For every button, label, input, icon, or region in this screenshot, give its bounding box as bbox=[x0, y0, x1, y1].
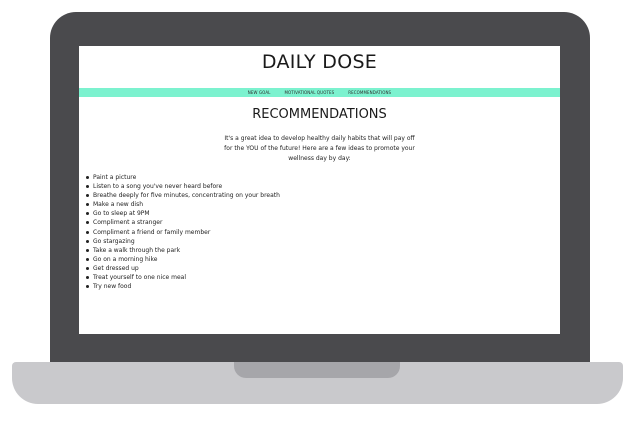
nav-item-new-goal[interactable]: NEW GOAL bbox=[248, 90, 271, 95]
nav-item-motivational-quotes[interactable]: MOTIVATIONAL QUOTES bbox=[285, 90, 335, 95]
list-item: Listen to a song you've never heard befo… bbox=[85, 182, 560, 191]
nav-item-recommendations[interactable]: RECOMMENDATIONS bbox=[348, 90, 391, 95]
list-item: Paint a picture bbox=[85, 173, 560, 182]
list-item: Go to sleep at 9PM bbox=[85, 209, 560, 218]
list-item: Get dressed up bbox=[85, 264, 560, 273]
list-item: Try new food bbox=[85, 282, 560, 291]
list-item: Treat yourself to one nice meal bbox=[85, 273, 560, 282]
list-item: Take a walk through the park bbox=[85, 246, 560, 255]
laptop-base-notch bbox=[234, 362, 400, 378]
list-item: Compliment a stranger bbox=[85, 218, 560, 227]
list-item: Compliment a friend or family member bbox=[85, 228, 560, 237]
nav-bar: NEW GOAL MOTIVATIONAL QUOTES RECOMMENDAT… bbox=[79, 88, 560, 97]
list-item: Go on a morning hike bbox=[85, 255, 560, 264]
list-item: Breathe deeply for five minutes, concent… bbox=[85, 191, 560, 200]
intro-paragraph: It's a great idea to develop healthy dai… bbox=[224, 135, 415, 162]
list-item: Go stargazing bbox=[85, 237, 560, 246]
site-title: DAILY DOSE bbox=[261, 51, 378, 73]
laptop-screen: DAILY DOSE NEW GOAL MOTIVATIONAL QUOTES … bbox=[79, 46, 560, 334]
list-item: Make a new dish bbox=[85, 200, 560, 209]
ideas-list: Paint a picture Listen to a song you've … bbox=[85, 173, 560, 291]
page-heading: RECOMMENDATIONS bbox=[252, 107, 387, 122]
